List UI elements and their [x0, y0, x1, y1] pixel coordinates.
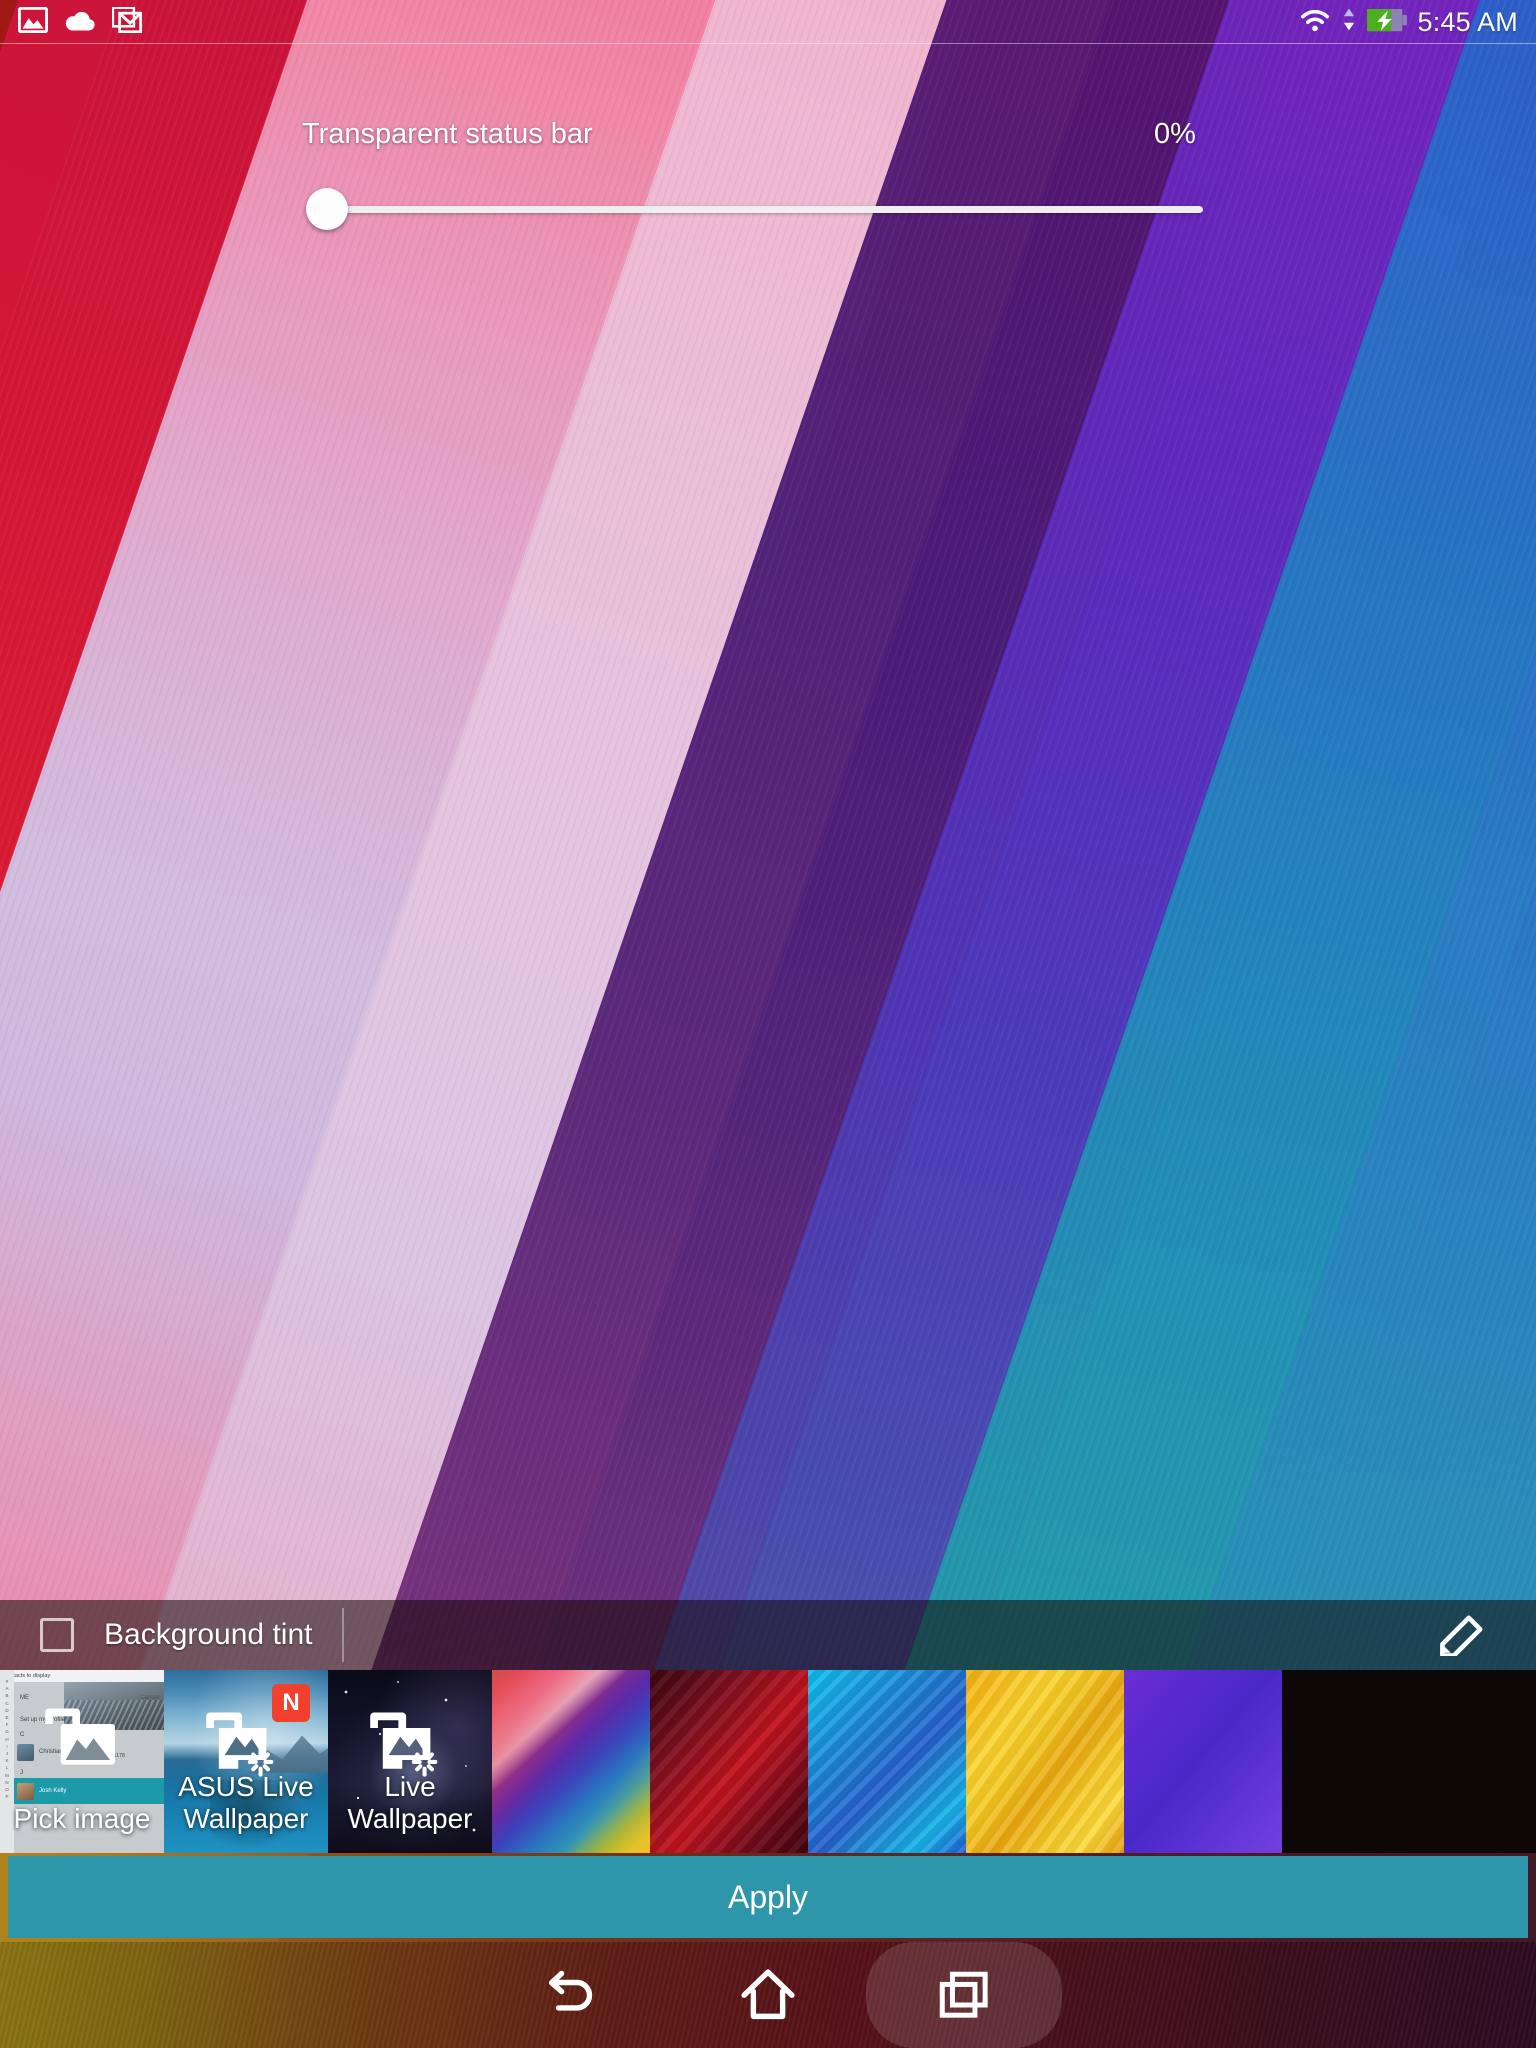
- thumbnail-wallpaper-multicolor[interactable]: [492, 1670, 650, 1853]
- screenshot-top-bar: Contacts to display: [0, 1670, 164, 1682]
- pencil-icon[interactable]: [1438, 1610, 1490, 1661]
- transparent-status-bar-panel: Transparent status bar 0%: [0, 44, 1536, 230]
- background-tint-checkbox[interactable]: [40, 1618, 74, 1652]
- thumbnail-caption: Live Wallpaper: [347, 1771, 473, 1834]
- image-picker-icon: [43, 1706, 121, 1773]
- wallpaper-picker-sheet: Background tint Contacts to display # A B C…: [0, 1600, 1536, 2048]
- thumbnail-wallpaper-purple[interactable]: [1124, 1670, 1282, 1853]
- thumbnail-wallpaper-red[interactable]: [650, 1670, 808, 1853]
- thumbnail-wallpaper-yellow[interactable]: [966, 1670, 1124, 1853]
- thumbnail-live-wallpaper[interactable]: Live Wallpaper: [328, 1670, 492, 1853]
- status-bar[interactable]: 5:45 AM: [0, 0, 1536, 44]
- transparency-slider-thumb[interactable]: [306, 188, 348, 230]
- transparency-label: Transparent status bar: [302, 118, 593, 150]
- apply-button[interactable]: Apply: [8, 1856, 1528, 1938]
- status-bar-notification-icons: [17, 6, 142, 38]
- background-tint-row[interactable]: Background tint: [0, 1600, 1536, 1670]
- background-tint-label: Background tint: [104, 1618, 313, 1651]
- wallpaper-thumbnail-strip[interactable]: Contacts to display # A B C D E F G H I J K L M N O P ME…: [0, 1670, 1536, 1853]
- battery-charging-icon: [1366, 7, 1408, 38]
- thumbnail-caption: ASUS Live Wallpaper: [178, 1771, 314, 1834]
- thumbnail-asus-live-wallpaper[interactable]: N ASUS Live Wallpaper: [164, 1670, 328, 1853]
- cloud-upload-icon: [64, 7, 96, 38]
- thumbnail-caption: Pick image: [13, 1803, 151, 1834]
- toolbar-divider: [342, 1608, 345, 1662]
- thumbnail-pick-image[interactable]: Contacts to display # A B C D E F G H I J K L M N O P ME…: [0, 1670, 164, 1853]
- gallery-icon: [17, 6, 49, 38]
- screenshot-contact-row-2-selected: Josh Kelly: [14, 1778, 164, 1804]
- transparency-slider-track[interactable]: [327, 206, 1203, 213]
- thumbnail-wallpaper-blue[interactable]: [808, 1670, 966, 1853]
- status-bar-system-icons: 5:45 AM: [1298, 6, 1518, 38]
- transparency-value: 0%: [1154, 118, 1196, 150]
- data-arrows-icon: [1342, 6, 1356, 38]
- status-bar-clock: 5:45 AM: [1417, 6, 1518, 37]
- status-bar-divider: [0, 43, 1536, 44]
- gmail-icon: [111, 6, 142, 38]
- wifi-icon: [1298, 6, 1332, 38]
